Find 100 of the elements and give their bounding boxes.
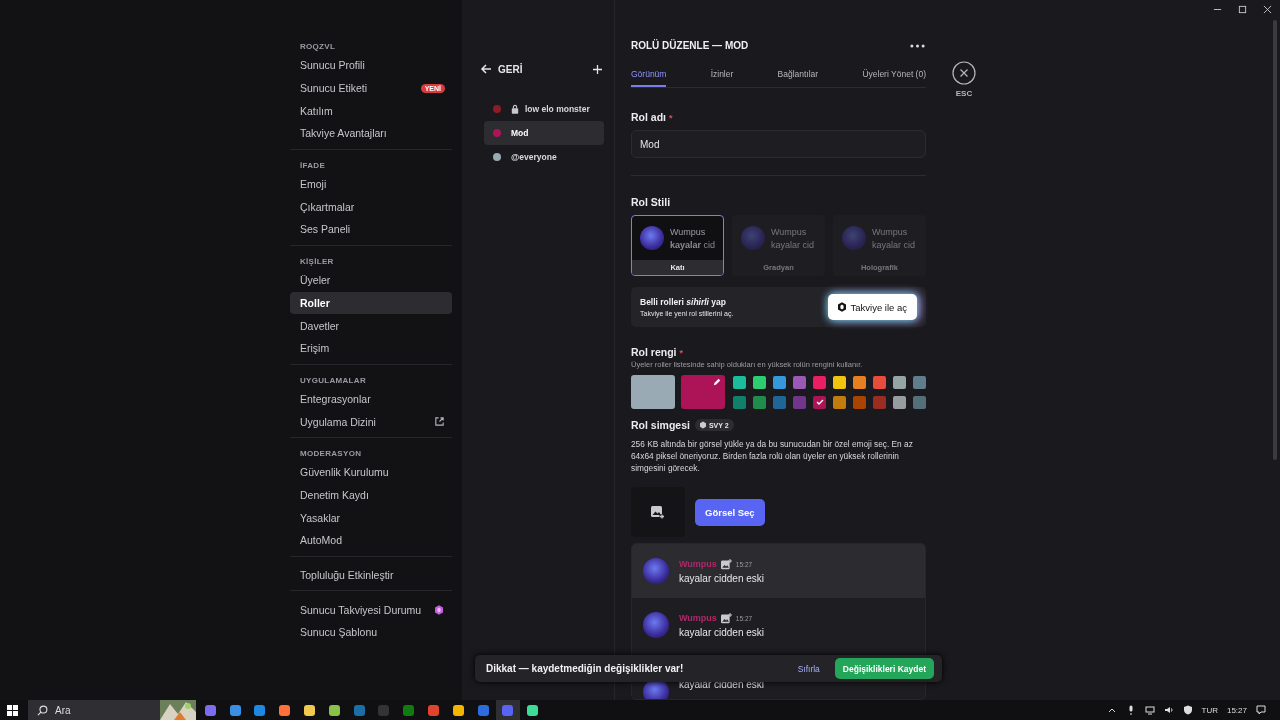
role-name-field[interactable]: Mod bbox=[631, 130, 926, 159]
tab[interactable]: İzinler bbox=[710, 61, 734, 88]
boost-unlock-button[interactable]: Takviye ile aç bbox=[827, 294, 917, 321]
preview-text: kayalar cid bbox=[670, 239, 716, 250]
sidebar-label: Sunucu Etiketi bbox=[300, 82, 369, 95]
sidebar-item[interactable]: Sunucu Şablonu bbox=[290, 621, 452, 644]
color-swatch[interactable] bbox=[833, 395, 846, 409]
scrollbar[interactable] bbox=[1273, 20, 1277, 460]
color-swatch[interactable] bbox=[853, 375, 866, 389]
reset-link[interactable]: Sıfırla bbox=[797, 663, 820, 674]
role-item[interactable]: Mod bbox=[484, 121, 604, 145]
clock[interactable]: 15:27 bbox=[1226, 705, 1247, 715]
network-icon[interactable] bbox=[1144, 705, 1155, 715]
sidebar-label: Çıkartmalar bbox=[300, 200, 356, 213]
sidebar-item[interactable]: Katılım bbox=[290, 99, 452, 123]
sidebar-label: Entegrasyonlar bbox=[300, 392, 372, 405]
sidebar-label: Denetim Kaydı bbox=[300, 488, 370, 501]
color-swatch[interactable] bbox=[913, 395, 926, 409]
role-name: low elo monster bbox=[525, 104, 590, 114]
color-swatch[interactable] bbox=[773, 395, 786, 409]
sidebar-label: Katılım bbox=[300, 104, 334, 117]
sidebar-item[interactable]: Sunucu Profili bbox=[290, 54, 452, 77]
close-icon[interactable] bbox=[952, 61, 976, 85]
sidebar-item[interactable]: Erişim bbox=[290, 336, 452, 360]
custom-color-swatch[interactable] bbox=[681, 375, 725, 410]
sidebar-item[interactable]: AutoMod bbox=[290, 529, 452, 552]
close-icon[interactable] bbox=[1263, 5, 1272, 14]
color-swatch[interactable] bbox=[873, 395, 886, 409]
sidebar-label: Sunucu Profili bbox=[300, 59, 366, 72]
sidebar-item[interactable]: Davetler bbox=[290, 314, 452, 337]
avatar bbox=[643, 558, 669, 585]
sidebar-label: Güvenlik Kurulumu bbox=[300, 466, 390, 479]
sidebar-item[interactable]: Topluluğu Etkinleştir bbox=[290, 563, 452, 587]
language-indicator[interactable]: TUR bbox=[1201, 705, 1218, 715]
avatar bbox=[643, 612, 669, 639]
add-role-icon[interactable] bbox=[593, 64, 602, 74]
color-swatch[interactable] bbox=[733, 395, 746, 409]
section-header: ROQZVL bbox=[299, 41, 337, 53]
sidebar-label: AutoMod bbox=[300, 534, 344, 547]
color-swatch[interactable] bbox=[813, 375, 826, 389]
color-swatch[interactable] bbox=[893, 375, 906, 389]
sidebar-item[interactable]: Emoji bbox=[290, 172, 452, 196]
color-swatch[interactable] bbox=[793, 375, 806, 389]
back-button[interactable]: GERİ bbox=[480, 63, 523, 75]
color-swatch[interactable] bbox=[773, 375, 786, 389]
role-item[interactable]: low elo monster bbox=[484, 97, 604, 121]
choose-image-button[interactable]: Görsel Seç bbox=[695, 498, 765, 526]
preview-name: Wumpus bbox=[771, 226, 808, 237]
more-options-icon[interactable] bbox=[910, 43, 925, 48]
tab[interactable]: Üyeleri Yönet (0) bbox=[862, 61, 926, 88]
volume-icon[interactable] bbox=[1163, 705, 1174, 715]
field-label: Rol adı * bbox=[631, 111, 674, 124]
role-item[interactable]: @everyone bbox=[484, 145, 604, 169]
banner-title: Belli rolleri sihirli yap bbox=[640, 297, 727, 308]
sidebar-item[interactable]: Entegrasyonlar bbox=[290, 387, 452, 411]
shield-icon[interactable] bbox=[1182, 705, 1193, 715]
author-name: Wumpus bbox=[679, 613, 717, 624]
image-add-icon bbox=[720, 612, 732, 624]
arrow-left-icon bbox=[480, 63, 492, 75]
pencil-icon bbox=[713, 378, 721, 387]
color-swatch[interactable] bbox=[873, 375, 886, 389]
notification-icon[interactable] bbox=[1256, 705, 1266, 715]
preview-name: Wumpus bbox=[872, 226, 909, 237]
maximize-icon[interactable] bbox=[1238, 5, 1247, 14]
message-text: kayalar cidden eski bbox=[679, 626, 765, 638]
sidebar-item[interactable]: Üyeler bbox=[290, 268, 452, 292]
sidebar-item[interactable]: Uygulama Dizini bbox=[290, 410, 452, 433]
sidebar-item[interactable]: Roller bbox=[290, 291, 452, 315]
color-swatch[interactable] bbox=[813, 395, 826, 409]
start-icon[interactable] bbox=[7, 704, 18, 716]
sidebar-item[interactable]: Yasaklar bbox=[290, 506, 452, 529]
editor-title: ROLÜ DÜZENLE — MOD bbox=[631, 40, 749, 52]
color-swatch[interactable] bbox=[833, 375, 846, 389]
tab[interactable]: Bağlantılar bbox=[777, 61, 819, 88]
search-icon bbox=[37, 704, 48, 716]
preview-name: Wumpus bbox=[670, 226, 707, 237]
sidebar-label: Davetler bbox=[300, 319, 341, 332]
external-link-icon bbox=[434, 416, 445, 428]
color-swatch[interactable] bbox=[753, 395, 766, 409]
color-swatch[interactable] bbox=[853, 395, 866, 409]
sidebar-item[interactable]: Denetim Kaydı bbox=[290, 483, 452, 507]
sidebar-label: Sunucu Takviyesi Durumu bbox=[300, 603, 423, 616]
color-swatch[interactable] bbox=[913, 375, 926, 389]
color-swatch[interactable] bbox=[753, 375, 766, 389]
sidebar-item[interactable]: Ses Paneli bbox=[290, 218, 452, 241]
tab[interactable]: Görünüm bbox=[631, 61, 667, 88]
color-swatch[interactable] bbox=[733, 375, 746, 389]
section-header: İFADE bbox=[299, 159, 327, 172]
search-field[interactable]: Ara bbox=[28, 700, 196, 720]
default-color-swatch[interactable] bbox=[631, 375, 675, 410]
sidebar-item[interactable]: Çıkartmalar bbox=[290, 195, 452, 219]
sidebar-item[interactable]: Takviye Avantajları bbox=[290, 122, 452, 145]
author-name: Wumpus bbox=[679, 559, 717, 570]
sidebar-label: Topluluğu Etkinleştir bbox=[300, 569, 395, 582]
sidebar-item[interactable]: Güvenlik Kurulumu bbox=[290, 460, 452, 484]
sidebar-item[interactable]: Sunucu Takviyesi Durumu bbox=[290, 598, 452, 622]
image-upload[interactable] bbox=[631, 487, 685, 538]
gem-icon bbox=[699, 421, 706, 430]
color-swatch[interactable] bbox=[893, 395, 906, 409]
color-swatch[interactable] bbox=[793, 395, 806, 409]
